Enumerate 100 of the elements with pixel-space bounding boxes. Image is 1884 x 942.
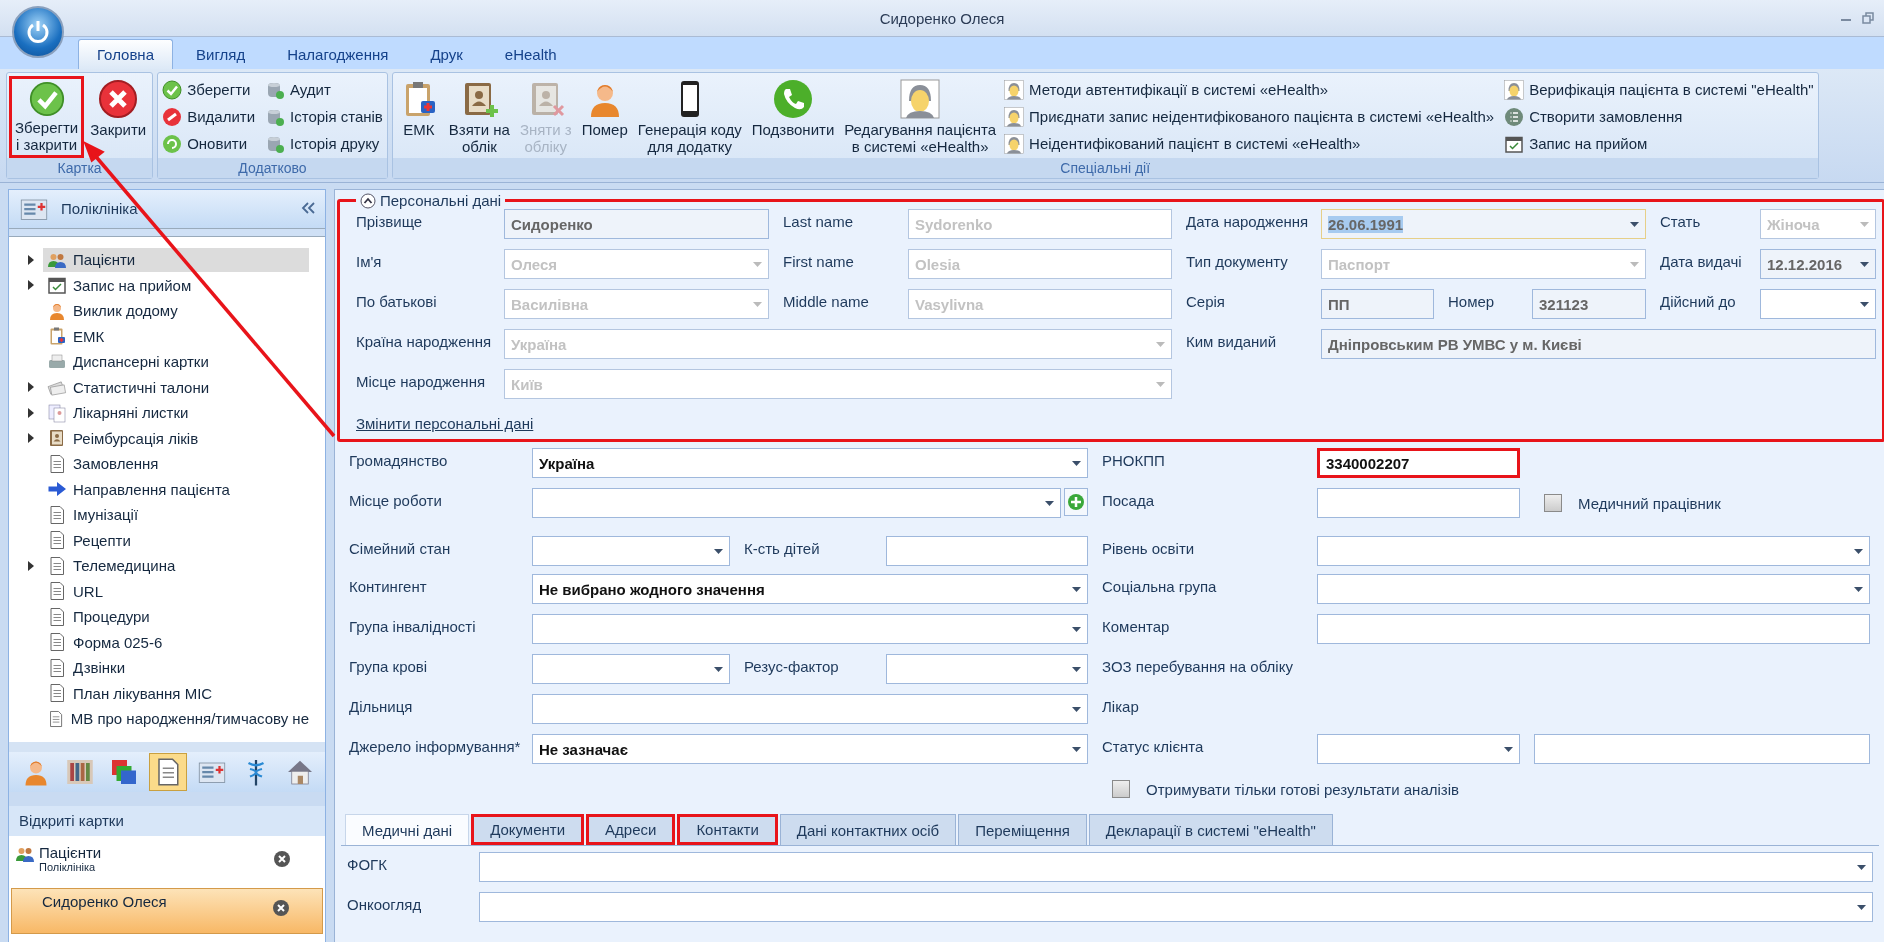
open-card[interactable]: Пацієнти Поліклініка	[11, 840, 323, 884]
input-field[interactable]	[1317, 614, 1870, 644]
expand-arrow-icon[interactable]	[27, 382, 35, 393]
ribbon-tab[interactable]: Головна	[78, 39, 173, 69]
dropdown-field[interactable]	[532, 694, 1088, 724]
field-label: К-сть дітей	[744, 539, 821, 559]
input-field[interactable]: Сидоренко	[504, 209, 769, 239]
tree-item[interactable]: Виклик додому	[43, 298, 309, 323]
input-field[interactable]: 321123	[1532, 289, 1646, 319]
input-field[interactable]: ПП	[1321, 289, 1434, 319]
dropdown-field[interactable]: Не вибрано жодного значення	[532, 574, 1088, 604]
ribbon-tab[interactable]: eHealth	[485, 39, 576, 69]
open-card[interactable]: Сидоренко Олеся	[11, 888, 323, 934]
ribbon-button[interactable]: Редагування пацієнта в системі «eHealth»	[840, 76, 1001, 158]
input-field[interactable]	[886, 536, 1088, 566]
expand-arrow-icon[interactable]	[27, 280, 35, 291]
tree-item[interactable]: Пацієнти	[43, 247, 309, 272]
ribbon-tab[interactable]: Налагодження	[268, 39, 408, 69]
ribbon-button[interactable]: Створити замовлення	[1502, 103, 1816, 130]
application-menu-button[interactable]	[12, 6, 64, 58]
ribbon-button[interactable]: Оновити	[160, 130, 258, 157]
ribbon-button[interactable]: Запис на прийом	[1502, 130, 1816, 157]
tab[interactable]: Дані контактних осіб	[779, 814, 957, 845]
checkbox-field[interactable]: Отримувати тільки готові результати аналізів	[1102, 774, 1884, 804]
close-icon[interactable]	[272, 899, 290, 917]
tree-item[interactable]: План лікування МІС	[43, 681, 309, 706]
tab[interactable]: Контакти	[677, 814, 778, 845]
input-field[interactable]	[1534, 734, 1870, 764]
input-field[interactable]: Дніпровським РВ УМВС у м. Києві	[1321, 329, 1876, 359]
dropdown-field[interactable]	[479, 852, 1873, 882]
dropdown-field[interactable]	[532, 614, 1088, 644]
ribbon-button[interactable]: Зберегти і закрити	[9, 76, 85, 158]
expand-arrow-icon[interactable]	[27, 433, 35, 444]
restore-icon[interactable]	[1862, 12, 1874, 24]
dropdown-field[interactable]	[479, 892, 1873, 922]
dropdown-field[interactable]: 12.12.2016	[1760, 249, 1876, 279]
ribbon-button[interactable]: Неідентифікований пацієнт в системі «eHealth»	[1002, 130, 1497, 157]
ribbon-button[interactable]: Взяти на облік	[444, 76, 514, 158]
tree-item[interactable]: ЕМК	[43, 324, 309, 349]
tree-item[interactable]: Дзвінки	[43, 655, 309, 680]
tree-item[interactable]: Телемедицина	[43, 553, 309, 578]
ribbon-button[interactable]: Методи автентифікації в системі «eHealth»	[1002, 76, 1497, 103]
tab[interactable]: Декларації в системі "eHealth"	[1088, 814, 1333, 845]
dropdown-field[interactable]	[886, 654, 1088, 684]
expand-arrow-icon[interactable]	[27, 560, 35, 571]
ribbon-tab[interactable]: Вигляд	[177, 39, 265, 69]
ribbon-button[interactable]: Подзвонити	[747, 76, 839, 158]
dropdown-field[interactable]	[1317, 574, 1870, 604]
expand-arrow-icon[interactable]	[27, 254, 35, 265]
tab[interactable]: Медичні дані	[345, 814, 470, 845]
tab[interactable]: Переміщення	[958, 814, 1087, 845]
card-title: Сидоренко Олеся	[42, 893, 168, 910]
ribbon-button[interactable]: Видалити	[160, 103, 258, 130]
tree-item[interactable]: Імунізації	[43, 502, 309, 527]
field-label: Прізвище	[356, 212, 424, 232]
tree-item[interactable]: Форма 025-6	[43, 630, 309, 655]
tree-item[interactable]: Реімбурсація ліків	[43, 426, 309, 451]
tree-item[interactable]: Запис на прийом	[43, 273, 309, 298]
ribbon-button[interactable]: Історія станів	[263, 103, 385, 130]
ribbon-button[interactable]: Зберегти	[160, 76, 258, 103]
dropdown-field[interactable]: Не зазначає	[532, 734, 1088, 764]
input-field[interactable]: 3340002207	[1317, 448, 1520, 478]
tree-item[interactable]: Процедури	[43, 604, 309, 629]
add-button[interactable]	[1064, 488, 1088, 516]
dropdown-field[interactable]	[532, 536, 730, 566]
change-personal-data-link[interactable]: Змінити персональні дані	[356, 409, 1172, 449]
tree-item[interactable]: Замовлення	[43, 451, 309, 476]
ribbon-tab[interactable]: Друк	[411, 39, 482, 69]
caret-icon	[1857, 865, 1866, 870]
input-field[interactable]	[1317, 488, 1520, 518]
close-icon[interactable]	[273, 850, 291, 868]
ribbon-button[interactable]: Аудит	[263, 76, 385, 103]
tree-item[interactable]: МВ про народження/тимчасову не	[43, 706, 309, 729]
tree-item[interactable]: Лікарняні листки	[43, 400, 309, 425]
ribbon-button[interactable]: Помер	[577, 76, 632, 158]
ribbon-button[interactable]: Верифікація пацієнта в системі "eHealth"	[1502, 76, 1816, 103]
tab[interactable]: Документи	[471, 814, 585, 845]
tree-item[interactable]: Рецепти	[43, 528, 309, 553]
tree-item[interactable]: Диспансерні картки	[43, 349, 309, 374]
ribbon-button[interactable]: Приєднати запис неідентифікованого пацієнта в системі «eHealth»	[1002, 103, 1497, 130]
dropdown-field[interactable]	[532, 488, 1061, 518]
ribbon-button[interactable]: Генерація коду для додатку	[633, 76, 746, 158]
ribbon-button[interactable]: Історія друку	[263, 130, 385, 157]
field-label: Рівень освіти	[1102, 539, 1196, 559]
dropdown-field[interactable]	[532, 654, 730, 684]
dropdown-field[interactable]	[1317, 536, 1870, 566]
splitter-bar[interactable]	[9, 227, 325, 238]
checkbox-field[interactable]: Медичний працівник	[1534, 488, 1884, 518]
tree-item[interactable]: Статистичні талони	[43, 375, 309, 400]
tree-item[interactable]: Направлення пацієнта	[43, 477, 309, 502]
tree-item[interactable]: URL	[43, 579, 309, 604]
navigation-button[interactable]	[149, 753, 187, 792]
expand-arrow-icon[interactable]	[27, 407, 35, 418]
ribbon-button[interactable]: ЕМК	[394, 76, 443, 158]
tab[interactable]: Адреси	[586, 814, 676, 845]
dropdown-field[interactable]: Україна	[532, 448, 1088, 478]
dropdown-field[interactable]	[1760, 289, 1876, 319]
collapse-toggle-icon[interactable]	[360, 192, 376, 209]
dropdown-field[interactable]	[1317, 734, 1520, 764]
field-label: Статус клієнта	[1102, 737, 1205, 757]
